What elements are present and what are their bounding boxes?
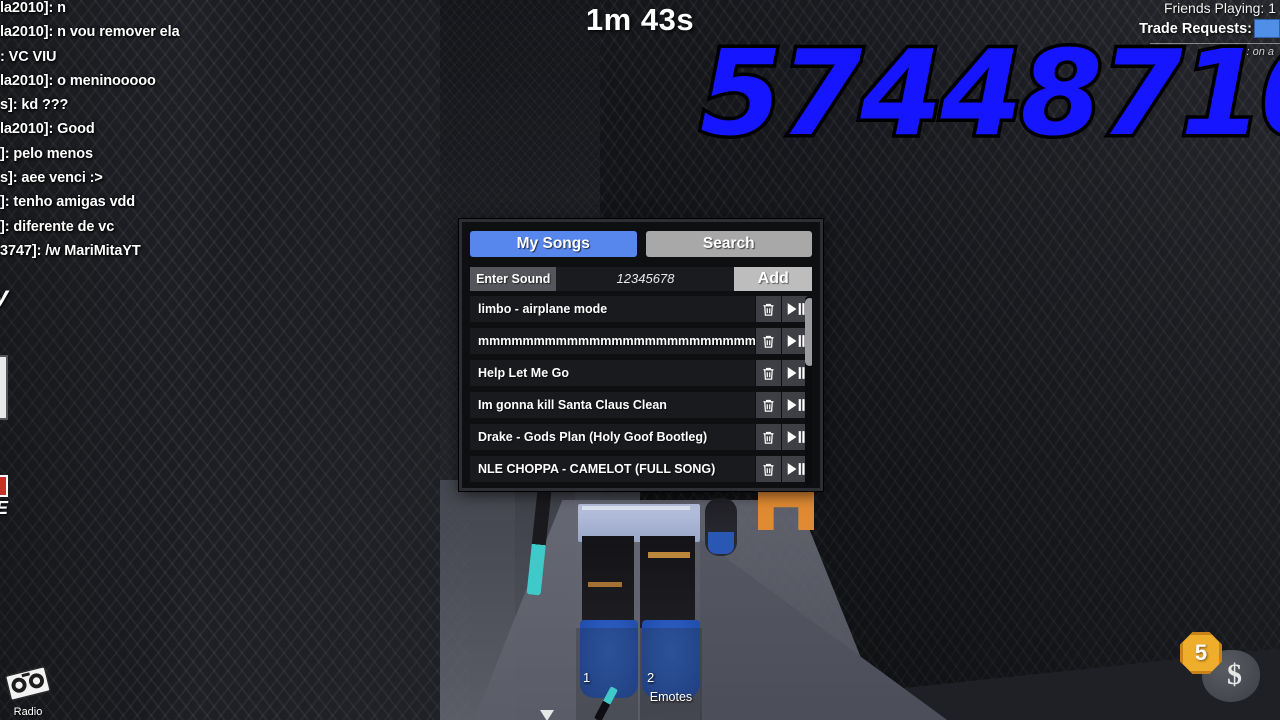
chat-message: la2010]: o meninooooo — [0, 72, 156, 89]
coin-icon: 5 — [1180, 632, 1222, 674]
song-list: limbo - airplane mode mmmmmmmmmmmmmmmmmm… — [470, 296, 812, 492]
sound-id-label: Enter Sound ID: — [470, 267, 557, 310]
song-row[interactable]: mmmmmmmmmmmmmmmmmmmmmmmmmmmm — [470, 328, 810, 354]
hotbar-slot-2-number: 2 — [647, 670, 655, 685]
delete-icon[interactable] — [755, 456, 781, 482]
song-title: mmmmmmmmmmmmmmmmmmmmmmmmmmmm — [478, 334, 755, 348]
edge-partial-icon[interactable] — [0, 475, 8, 497]
radio-label: Radio — [13, 706, 43, 718]
topright-divider — [1150, 43, 1280, 44]
avatar-right-leg — [640, 536, 695, 628]
chat-message: s]: kd ??? — [0, 97, 69, 114]
knife-prop-icon — [526, 489, 552, 596]
currency-indicator[interactable]: $ 5 — [1174, 632, 1260, 702]
delete-icon[interactable] — [755, 424, 781, 450]
chat-message: : VC VIU — [0, 48, 57, 65]
delete-icon[interactable] — [755, 392, 781, 418]
panel-tabs: My Songs Search — [462, 222, 820, 265]
delete-icon[interactable] — [755, 360, 781, 386]
music-player-panel: My Songs Search Enter Sound ID: Add limb… — [459, 219, 823, 491]
chat-message: ]: pelo menos — [0, 145, 93, 162]
song-row[interactable]: NLE CHOPPA - CAMELOT (FULL SONG) — [470, 456, 810, 482]
add-sound-button[interactable]: Add — [734, 267, 812, 291]
chat-message: ]: tenho amigas vdd — [0, 194, 136, 211]
tab-search[interactable]: Search — [645, 231, 812, 257]
tab-my-songs[interactable]: My Songs — [470, 231, 637, 257]
ad-banner-text: : on a — [1246, 46, 1274, 58]
trade-requests-button[interactable] — [1254, 19, 1280, 38]
sound-id-input[interactable] — [556, 267, 735, 291]
avatar-pants-stripe-right — [648, 552, 690, 558]
song-row[interactable]: Im gonna kill Santa Claus Clean — [470, 392, 810, 418]
knife-icon — [594, 686, 618, 720]
edge-partial-label-2: E — [0, 498, 8, 519]
coin-count: 5 — [1194, 640, 1208, 665]
sound-id-row: Enter Sound ID: Add — [470, 267, 812, 310]
avatar-hand — [708, 532, 734, 554]
mouse-cursor — [540, 710, 554, 720]
chat-message: ]: diferente de vc — [0, 218, 115, 235]
song-title: Im gonna kill Santa Claus Clean — [478, 398, 667, 412]
delete-icon[interactable] — [755, 328, 781, 354]
friends-playing-label: Friends Playing: 1 — [1163, 0, 1276, 16]
boombox-icon — [5, 666, 51, 701]
big-sound-id-text: 57448710 — [697, 21, 1280, 166]
radio-button[interactable]: Radio — [2, 662, 54, 720]
dollar-sign-icon: $ — [1227, 658, 1242, 691]
chat-message: la2010]: Good — [0, 121, 95, 138]
hotbar-slot-2-label: Emotes — [649, 690, 693, 704]
avatar-torso-highlight — [582, 506, 690, 510]
chat-message: 3747]: /w MariMitaYT — [0, 242, 141, 259]
song-title: Help Let Me Go — [478, 366, 569, 380]
chat-feed: la2010]: n la2010]: n vou remover ela : … — [0, 0, 236, 263]
delete-icon[interactable] — [755, 296, 781, 322]
hotbar-slot-1-number: 1 — [583, 670, 591, 685]
song-title: Drake - Gods Plan (Holy Goof Bootleg) — [478, 430, 708, 444]
song-title: NLE CHOPPA - CAMELOT (FULL SONG) — [478, 462, 716, 476]
edge-partial-label: y — [0, 280, 8, 311]
avatar-pants-stripe-left — [588, 582, 622, 587]
hotbar-slot-2[interactable]: 2 Emotes — [640, 628, 702, 720]
other-player-hair — [758, 492, 814, 530]
song-list-scrollbar-thumb[interactable] — [805, 298, 812, 366]
chat-message: s]: aee venci :> — [0, 170, 103, 187]
song-row[interactable]: Drake - Gods Plan (Holy Goof Bootleg) — [470, 424, 810, 450]
hotbar-slot-1[interactable]: 1 — [576, 628, 638, 720]
song-row[interactable]: Help Let Me Go — [470, 360, 810, 386]
edge-partial-button[interactable] — [0, 355, 8, 420]
song-row[interactable]: limbo - airplane mode — [470, 296, 810, 322]
song-title: limbo - airplane mode — [478, 302, 608, 316]
trade-requests-label: Trade Requests: — [1139, 21, 1252, 37]
game-screen: la2010]: n la2010]: n vou remover ela : … — [0, 0, 1280, 720]
